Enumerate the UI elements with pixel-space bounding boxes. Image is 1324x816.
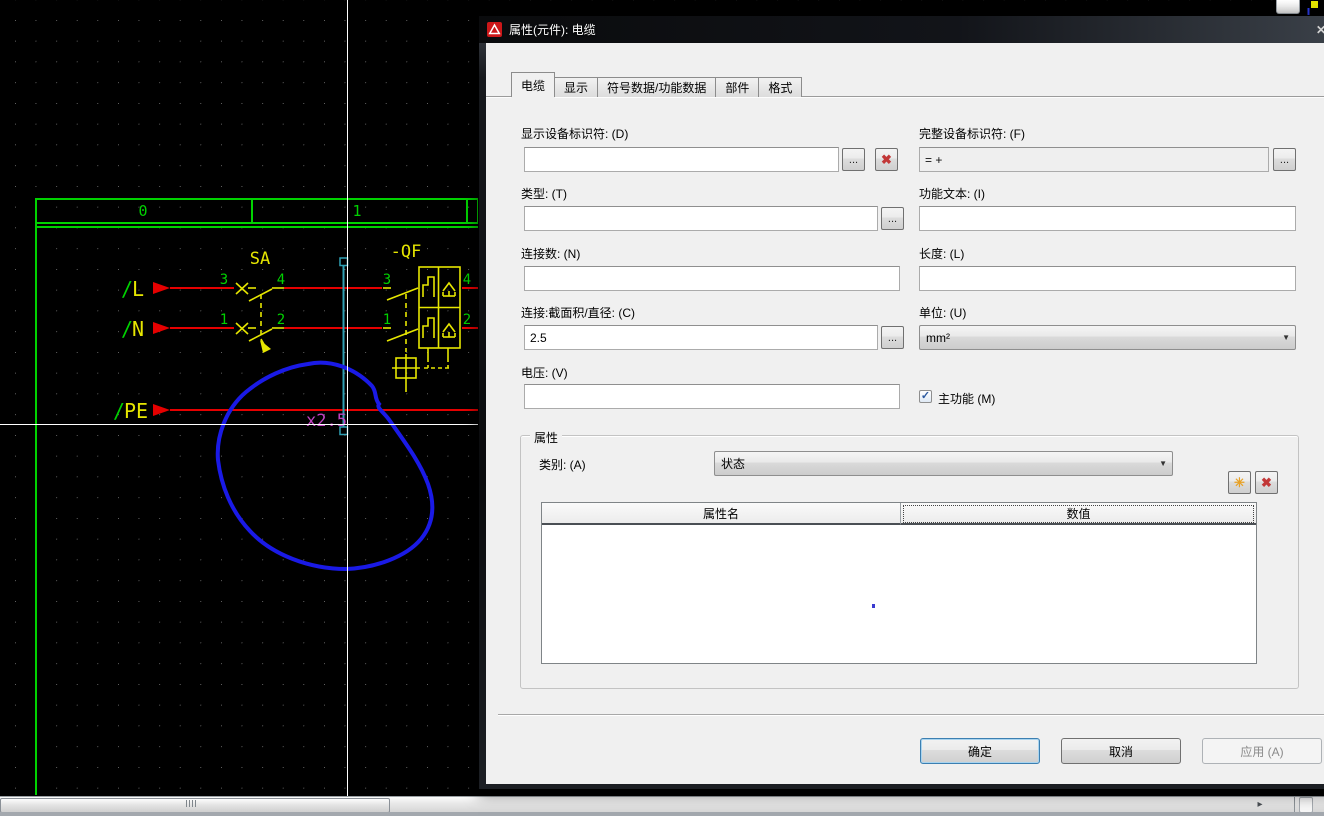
svg-text:1: 1 <box>220 312 228 328</box>
tab-strip: 电缆 显示 符号数据/功能数据 部件 格式 <box>511 72 803 97</box>
type-input[interactable] <box>524 206 878 231</box>
new-star-icon: ✳ <box>1234 474 1245 490</box>
properties-group-title: 属性 <box>530 429 563 446</box>
svg-text:3: 3 <box>220 272 228 288</box>
dialog-client-area: 电缆 显示 符号数据/功能数据 部件 格式 显示设备标识符: (D) ... ✖… <box>486 43 1324 784</box>
full-devicetag-browse-button[interactable]: ... <box>1273 148 1296 171</box>
column-header-property-name[interactable]: 属性名 <box>542 503 901 525</box>
delete-x-icon: ✖ <box>881 151 892 167</box>
check-icon: ✓ <box>920 390 931 402</box>
display-devicetag-delete-button[interactable]: ✖ <box>875 148 898 171</box>
wire-label-pe: PE <box>124 399 148 423</box>
dialog-title: 属性(元件): 电缆 <box>509 23 596 37</box>
scrollbar-divider <box>1294 797 1295 813</box>
function-text-label: 功能文本: (I) <box>919 187 985 201</box>
button-separator-line <box>498 714 1324 716</box>
full-devicetag-label: 完整设备标识符: (F) <box>919 127 1025 141</box>
category-combobox[interactable]: 状态 ▼ <box>714 451 1173 476</box>
column-header-value[interactable]: 数值 <box>901 503 1256 525</box>
ruler-col-0: 0 <box>138 202 147 220</box>
window-control-fragment <box>1276 0 1300 14</box>
tab-format[interactable]: 格式 <box>759 77 803 97</box>
length-label: 长度: (L) <box>919 247 965 261</box>
cross-section-input[interactable] <box>524 325 878 350</box>
main-function-label: 主功能 (M) <box>938 392 996 406</box>
svg-text:2: 2 <box>277 312 285 328</box>
horizontal-scrollbar[interactable]: ▸ <box>0 796 1324 813</box>
ruler-col-1: 1 <box>352 202 361 220</box>
ellipsis-icon: ... <box>1279 153 1290 166</box>
type-browse-button[interactable]: ... <box>881 207 904 230</box>
svg-text:3: 3 <box>383 272 391 288</box>
ellipsis-icon: ... <box>848 153 859 166</box>
chevron-down-icon: ▼ <box>1282 333 1290 342</box>
tab-cable[interactable]: 电缆 <box>511 72 556 97</box>
chevron-down-icon: ▼ <box>1159 459 1167 468</box>
voltage-input[interactable] <box>524 384 900 409</box>
tab-display[interactable]: 显示 <box>555 77 599 97</box>
connection-count-label: 连接数: (N) <box>521 247 581 261</box>
cursor-artifact <box>872 604 875 608</box>
unit-value: mm² <box>926 330 950 345</box>
scroll-right-arrow-icon[interactable]: ▸ <box>1252 797 1268 812</box>
ellipsis-icon: ... <box>887 331 898 344</box>
cable-cross-section-text: x2.5 <box>306 411 347 431</box>
delete-property-button[interactable]: ✖ <box>1255 471 1278 494</box>
main-function-checkbox[interactable]: ✓ <box>919 390 932 403</box>
unit-label: 单位: (U) <box>919 306 967 320</box>
cross-section-browse-button[interactable]: ... <box>881 326 904 349</box>
svg-text:2: 2 <box>463 312 471 328</box>
voltage-label: 电压: (V) <box>521 366 568 380</box>
properties-table: 属性名 数值 <box>541 502 1257 664</box>
new-property-button[interactable]: ✳ <box>1228 471 1251 494</box>
cross-section-label: 连接:截面积/直径: (C) <box>521 306 635 320</box>
delete-x-icon: ✖ <box>1261 474 1272 490</box>
display-devicetag-input[interactable] <box>524 147 839 172</box>
svg-text:4: 4 <box>277 272 285 288</box>
type-label: 类型: (T) <box>521 187 567 201</box>
sa-label: SA <box>250 249 270 269</box>
qf-label: -QF <box>391 242 422 262</box>
close-button[interactable]: ✕ <box>1311 21 1324 38</box>
display-devicetag-browse-button[interactable]: ... <box>842 148 865 171</box>
function-text-input[interactable] <box>919 206 1296 231</box>
properties-dialog: 属性(元件): 电缆 ✕ 电缆 显示 符号数据/功能数据 部件 格式 显示设备标… <box>478 15 1324 790</box>
scrollbar-grip <box>186 800 196 807</box>
tab-symbol-function-data[interactable]: 符号数据/功能数据 <box>598 77 717 97</box>
ellipsis-icon: ... <box>887 212 898 225</box>
connection-count-input[interactable] <box>524 266 900 291</box>
ok-button[interactable]: 确定 <box>920 738 1040 764</box>
category-value: 状态 <box>721 457 746 471</box>
full-devicetag-input[interactable] <box>919 147 1269 172</box>
svg-text:4: 4 <box>463 272 471 288</box>
application-window: 0 1 / L / N / PE SA 3 4 1 2 -QF 3 4 1 2 … <box>0 0 1324 816</box>
cancel-button[interactable]: 取消 <box>1061 738 1181 764</box>
svg-text:1: 1 <box>383 312 391 328</box>
length-input[interactable] <box>919 266 1296 291</box>
window-bottom-edge <box>0 812 1324 816</box>
wire-label-n: N <box>132 317 144 341</box>
apply-button[interactable]: 应用 (A) <box>1202 738 1322 764</box>
scrollbar-corner-fragment <box>1299 797 1313 813</box>
display-devicetag-label: 显示设备标识符: (D) <box>521 127 629 141</box>
wire-label-l: L <box>132 277 144 301</box>
dialog-titlebar[interactable]: 属性(元件): 电缆 ✕ <box>479 16 1324 43</box>
eplan-icon <box>487 22 502 37</box>
category-label: 类别: (A) <box>539 458 586 472</box>
cable-handle-top <box>339 257 349 267</box>
unit-combobox[interactable]: mm² ▼ <box>919 325 1296 350</box>
tab-parts[interactable]: 部件 <box>716 77 760 97</box>
